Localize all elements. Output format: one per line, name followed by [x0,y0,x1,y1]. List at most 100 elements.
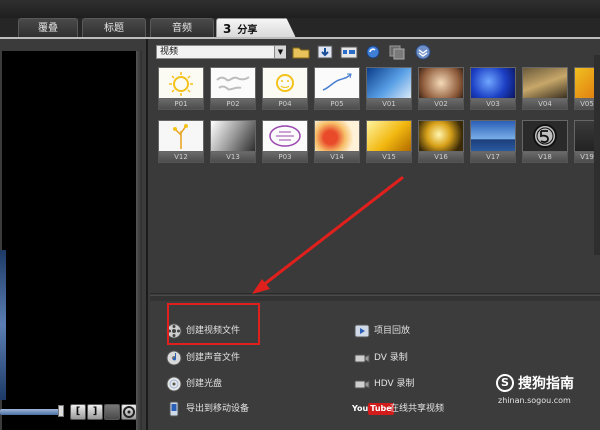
hdv-camera-icon [354,380,370,389]
option-label: 项目回放 [374,326,411,336]
import-icon[interactable] [316,44,334,60]
thumbnail-v03[interactable]: V03 [470,67,516,113]
watermark: S 搜狗指南 zhinan.sogou.com [496,372,600,412]
thumbnail-v01[interactable]: V01 [366,67,412,113]
thumbnail-image [314,120,360,152]
folder-open-icon[interactable] [292,44,310,60]
settings-button[interactable] [121,404,137,420]
project-playback-option[interactable]: 项目回放 [354,322,494,340]
audio-disc-icon [166,350,182,366]
thumbnail-p03[interactable]: P03 [262,120,308,166]
thumbnail-image [522,67,568,99]
mark-in-label: [ [75,406,81,417]
thumbnail-caption: V16 [418,152,464,163]
batch-convert-icon[interactable] [340,44,358,60]
thumbnail-image [470,67,516,99]
option-label: HDV 录制 [374,379,415,389]
panel-divider[interactable] [150,295,600,301]
top-bar [0,0,600,18]
dv-camera-icon [354,354,370,363]
dv-record-option[interactable]: DV 录制 [354,349,494,367]
option-label: 在线共享视频 [390,404,445,414]
create-audio-file-option[interactable]: 创建声音文件 [166,349,316,367]
mark-out-label: ] [92,406,98,417]
sogou-logo-icon: S [496,374,514,392]
thumbnail-image [366,67,412,99]
thumbnail-caption: V17 [470,152,516,163]
video-editor-window: 覆叠 标题 音频 3 分享 [ ] 视频 ▼ P01 P02 P04 P05 V… [0,0,600,430]
thumbnail-v17[interactable]: V17 [470,120,516,166]
thumbnail-image [210,67,256,99]
duplicate-icon[interactable] [388,44,406,60]
thumbnail-p01[interactable]: P01 [158,67,204,113]
thumbnail-image [262,120,308,152]
thumbnail-caption: V01 [366,99,412,110]
thumbnail-p04[interactable]: P04 [262,67,308,113]
youtube-logo-icon: You Tube [352,403,394,415]
library-category-dropdown[interactable]: 视频 [156,45,286,59]
mark-out-button[interactable]: ] [87,404,103,420]
thumbnail-v04[interactable]: V04 [522,67,568,113]
thumbnail-caption: V03 [470,99,516,110]
mobile-device-icon [169,401,179,417]
tab-label: 标题 [104,23,124,34]
thumbnail-v15[interactable]: V15 [366,120,412,166]
fullscreen-button[interactable] [104,404,120,420]
thumbnail-image [470,120,516,152]
online-share-video-option[interactable]: You Tube 在线共享视频 [352,400,502,418]
tab-overlay[interactable]: 覆叠 [18,18,78,38]
tab-title[interactable]: 标题 [82,18,146,38]
tab-audio[interactable]: 音频 [150,18,214,38]
thumbnail-v16[interactable]: V16 [418,120,464,166]
thumbnail-image [418,67,464,99]
thumbnail-image [522,120,568,152]
thumbnail-caption: V13 [210,152,256,163]
tab-share[interactable]: 3 分享 [216,18,296,38]
thumbnail-v13[interactable]: V13 [210,120,256,166]
option-label: 创建声音文件 [186,353,241,363]
refresh-icon[interactable] [364,44,382,60]
option-label: 创建光盘 [186,379,223,389]
timeline-scrubber[interactable] [0,409,60,415]
preview-window [2,51,136,430]
thumbnail-caption: P04 [262,99,308,110]
library-scrollbar[interactable] [594,55,600,255]
thumbnail-caption: V15 [366,152,412,163]
thumbnail-caption: P03 [262,152,308,163]
scrubber-handle[interactable] [58,405,64,417]
option-label: DV 录制 [374,353,408,363]
create-disc-option[interactable]: 创建光盘 [166,375,316,393]
thumbnail-caption: P02 [210,99,256,110]
expand-down-icon[interactable] [414,44,432,60]
option-label: 导出到移动设备 [186,404,250,414]
thumbnail-p05[interactable]: P05 [314,67,360,113]
dropdown-value: 视频 [160,47,179,57]
thumbnail-image [418,120,464,152]
countdown-icon [533,124,557,148]
youtube-logo-you: You [352,404,369,413]
preview-edge [136,51,142,430]
thumbnail-v14[interactable]: V14 [314,120,360,166]
tab-label: 音频 [172,23,192,34]
hdv-record-option[interactable]: HDV 录制 [354,375,494,393]
thumbnail-v12[interactable]: V12 [158,120,204,166]
thumbnail-image [210,120,256,152]
mark-in-button[interactable]: [ [70,404,86,420]
thumbnail-v02[interactable]: V02 [418,67,464,113]
media-library: 视频 ▼ P01 P02 P04 P05 V01 V02 V03 V04 V05… [150,39,600,294]
thumbnail-caption: V14 [314,152,360,163]
thumbnail-caption: P05 [314,99,360,110]
thumbnail-v18[interactable]: V18 [522,120,568,166]
project-playback-icon [354,324,370,338]
thumbnail-p02[interactable]: P02 [210,67,256,113]
export-to-mobile-option[interactable]: 导出到移动设备 [166,400,316,418]
watermark-text: 搜狗指南 [518,376,574,392]
highlight-box [167,303,260,345]
thumbnail-image [314,67,360,99]
thumbnail-image [158,120,204,152]
chevron-down-icon[interactable]: ▼ [274,46,286,58]
thumbnail-caption: P01 [158,99,204,110]
preview-panel [0,39,148,430]
tab-label: 分享 [237,25,258,36]
gear-icon [123,406,135,418]
